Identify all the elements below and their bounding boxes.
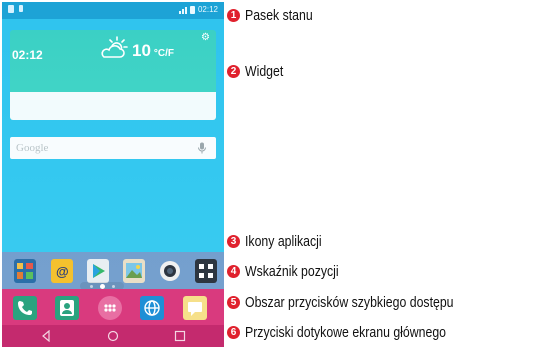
browser-icon[interactable]: [140, 296, 164, 320]
phone-home-screen: 02:12 ⚙ 02:12 10 °C/F Google @: [2, 2, 224, 347]
callout-label: Widget: [245, 63, 284, 80]
callout-label: Obszar przycisków szybkiego dostępu: [245, 294, 454, 311]
contacts-icon[interactable]: [55, 296, 79, 320]
gear-icon[interactable]: ⚙: [201, 33, 210, 43]
phone-icon[interactable]: [13, 296, 37, 320]
google-search-bar[interactable]: Google: [10, 137, 216, 159]
callout-label: Pasek stanu: [245, 7, 313, 24]
microphone-icon[interactable]: [197, 142, 207, 154]
partly-cloudy-icon: [101, 36, 128, 58]
page-dot-active: [99, 283, 105, 289]
svg-text:@: @: [56, 264, 69, 279]
status-time: 02:12: [197, 5, 218, 14]
home-icon[interactable]: [107, 330, 119, 342]
apps-drawer-icon[interactable]: [98, 296, 122, 320]
apps-folder-icon[interactable]: [195, 259, 217, 283]
temperature-value: 10: [132, 41, 151, 60]
sim-card-icon: [8, 5, 14, 13]
status-bar[interactable]: 02:12: [2, 2, 224, 19]
callout-number: 2: [227, 65, 240, 78]
callout-number: 3: [227, 235, 240, 248]
camera-icon[interactable]: [159, 259, 181, 283]
gallery-icon[interactable]: [123, 259, 145, 283]
page-dot: [111, 284, 115, 288]
callout-page-indicator: 4 Wskaźnik pozycji: [227, 263, 359, 280]
play-store-icon[interactable]: [87, 259, 109, 283]
messaging-icon[interactable]: [183, 296, 207, 320]
widget-footer: [10, 92, 216, 120]
page-dot: [89, 284, 93, 288]
callout-number: 6: [227, 326, 240, 339]
search-placeholder: Google: [16, 142, 49, 154]
notification-icon: [19, 5, 23, 12]
callout-status-bar: 1 Pasek stanu: [227, 7, 328, 24]
widget-time: 02:12: [12, 48, 43, 62]
callout-home-touch-buttons: 6 Przyciski dotykowe ekranu głównego: [227, 324, 490, 341]
callout-number: 1: [227, 9, 240, 22]
signal-icon: [178, 6, 187, 14]
tools-folder-icon[interactable]: [14, 259, 36, 283]
callout-widget: 2 Widget: [227, 63, 292, 80]
callout-app-icons: 3 Ikony aplikacji: [227, 233, 338, 250]
temperature-unit: °C/F: [153, 48, 175, 59]
navigation-bar: [2, 325, 224, 347]
recent-apps-icon[interactable]: [174, 330, 186, 342]
callout-label: Przyciski dotykowe ekranu głównego: [245, 324, 447, 341]
callout-quick-access: 5 Obszar przycisków szybkiego dostępu: [227, 294, 499, 311]
callout-number: 4: [227, 265, 240, 278]
back-icon[interactable]: [40, 330, 52, 342]
widget-temperature: 10 °C/F: [132, 41, 174, 61]
callout-label: Wskaźnik pozycji: [245, 263, 339, 280]
callout-label: Ikony aplikacji: [245, 233, 322, 250]
email-icon[interactable]: @: [51, 259, 73, 283]
battery-icon: [189, 5, 195, 14]
callout-number: 5: [227, 296, 240, 309]
